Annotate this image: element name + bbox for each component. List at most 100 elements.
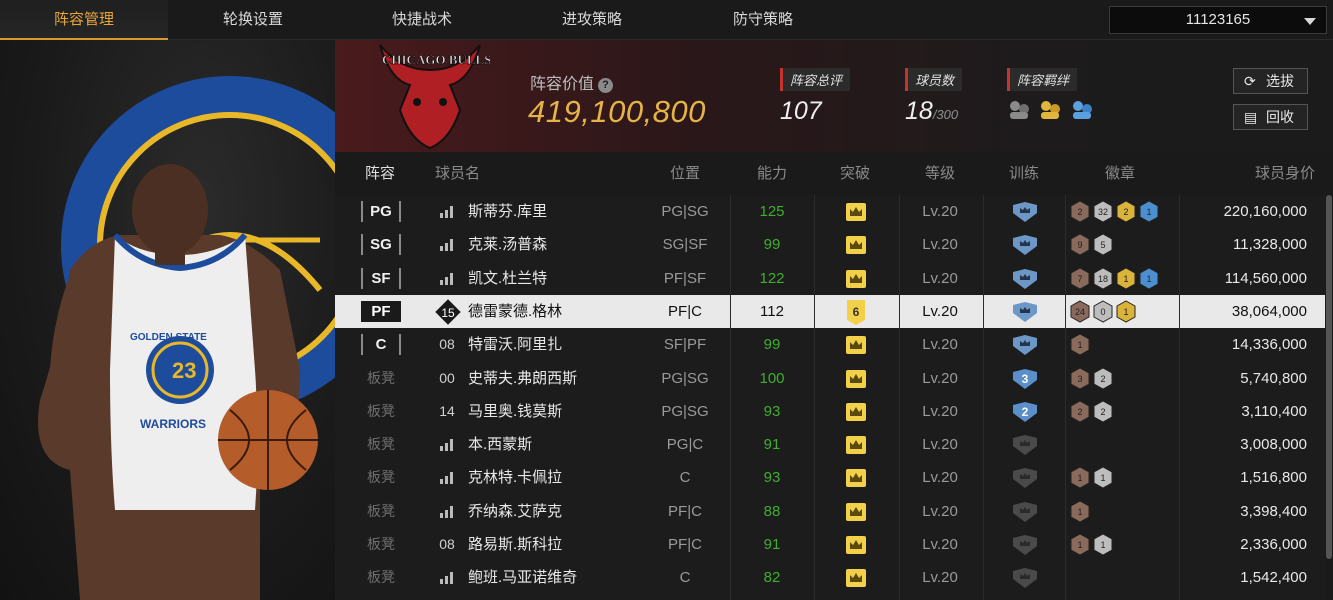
grid-line [730, 195, 731, 600]
player-name[interactable]: 乔纳森.艾萨克 [468, 495, 562, 528]
scrollbar-thumb[interactable] [1326, 195, 1332, 559]
tab-quick-tactics[interactable]: 快捷战术 [338, 0, 506, 40]
position-slot[interactable]: C [361, 334, 401, 356]
position-slot[interactable]: SG [361, 234, 401, 256]
badge-icon[interactable]: 2 [1070, 200, 1090, 223]
table-row[interactable]: SG 克莱.汤普森 SG|SF 99 Lv.20 9 5 11,328,000 [335, 228, 1325, 261]
badge-icon[interactable]: 1 [1070, 533, 1090, 556]
badge-icon[interactable]: 2 [1116, 200, 1136, 223]
tab-lineup[interactable]: 阵容管理 [0, 0, 168, 40]
bench-slot[interactable]: 板凳 [361, 495, 401, 528]
col-name[interactable]: 球员名 [435, 152, 495, 195]
training-shield-icon[interactable] [1012, 435, 1038, 456]
player-rating: 91 [763, 536, 781, 553]
col-position[interactable]: 位置 [645, 152, 725, 195]
badge-icon[interactable]: 18 [1093, 267, 1113, 290]
player-name[interactable]: 德雷蒙德.格林 [468, 295, 562, 328]
bond-icon-gray[interactable] [1007, 99, 1031, 121]
help-icon[interactable]: ? [598, 78, 614, 93]
account-select[interactable]: 11123165 [1109, 6, 1327, 34]
training-shield-icon[interactable] [1012, 268, 1038, 289]
badge-icon[interactable]: 1 [1139, 200, 1159, 223]
col-training[interactable]: 训练 [984, 152, 1064, 195]
bench-slot[interactable]: 板凳 [361, 461, 401, 494]
bond-icon-gold[interactable] [1038, 99, 1062, 121]
player-name[interactable]: 路易斯.斯科拉 [468, 528, 562, 561]
badge-icon[interactable]: 32 [1093, 200, 1113, 223]
bench-slot[interactable]: 板凳 [361, 528, 401, 561]
table-row[interactable]: 板凳 本.西蒙斯 PG|C 91 Lv.20 3,008,000 [335, 428, 1325, 461]
recycle-button[interactable]: ▤ 回收 [1233, 104, 1308, 130]
col-lineup[interactable]: 阵容 [345, 152, 415, 195]
training-shield-icon[interactable] [1012, 235, 1038, 256]
col-level[interactable]: 等级 [900, 152, 980, 195]
table-row[interactable]: 板凳 08 路易斯.斯科拉 PF|C 91 Lv.20 1 1 2,336,000 [335, 528, 1325, 561]
table-row[interactable]: 板凳 14 马里奥.钱莫斯 PG|SG 93 Lv.20 2 2 2 3,110,400 [335, 395, 1325, 428]
badge-icon[interactable]: 1 [1093, 533, 1113, 556]
player-name[interactable]: 斯蒂芬.库里 [468, 195, 547, 228]
table-row[interactable]: SF 凯文.杜兰特 PF|SF 122 Lv.20 7 18 1 1 114,560,000 [335, 262, 1325, 295]
bench-slot[interactable]: 板凳 [361, 395, 401, 428]
table-row[interactable]: 板凳 乔纳森.艾萨克 PF|C 88 Lv.20 1 3,398,400 [335, 495, 1325, 528]
tab-rotation[interactable]: 轮换设置 [169, 0, 337, 40]
table-row[interactable]: 板凳 鲍班.马亚诺维奇 C 82 Lv.20 1,542,400 [335, 561, 1325, 594]
player-rating: 125 [759, 203, 785, 220]
training-shield-icon[interactable] [1012, 501, 1038, 522]
scrollbar[interactable] [1325, 195, 1333, 600]
player-name[interactable]: 克林特.卡佩拉 [468, 461, 562, 494]
position-slot[interactable]: SF [361, 267, 401, 289]
training-shield-icon[interactable]: 2 [1012, 401, 1038, 422]
badge-icon[interactable]: 1 [1070, 333, 1090, 356]
player-name[interactable]: 本.西蒙斯 [468, 428, 532, 461]
player-name[interactable]: 鲍班.马亚诺维奇 [468, 561, 577, 594]
bench-slot[interactable]: 板凳 [361, 428, 401, 461]
player-name[interactable]: 克莱.汤普森 [468, 228, 547, 261]
badge-count: 7 [1077, 274, 1082, 284]
col-rating[interactable]: 能力 [732, 152, 812, 195]
badge-icon[interactable]: 2 [1093, 400, 1113, 423]
player-name[interactable]: 史蒂夫.弗朗西斯 [468, 362, 577, 395]
tab-offense[interactable]: 进攻策略 [508, 0, 676, 40]
player-name[interactable]: 凯文.杜兰特 [468, 262, 547, 295]
table-row[interactable]: 板凳 克林特.卡佩拉 C 93 Lv.20 1 1 1,516,800 [335, 461, 1325, 494]
badge-icon[interactable]: 5 [1093, 233, 1113, 256]
player-name[interactable]: 特雷沃.阿里扎 [468, 328, 562, 361]
position-slot[interactable]: PG [361, 201, 401, 222]
position-slot[interactable]: PF [361, 300, 401, 322]
badge-icon[interactable]: 9 [1070, 233, 1090, 256]
col-breakthrough[interactable]: 突破 [815, 152, 895, 195]
table-row[interactable]: PG 斯蒂芬.库里 PG|SG 125 Lv.20 2 32 2 1 220,160,000 [335, 195, 1325, 228]
badge-icon[interactable]: 1 [1093, 466, 1113, 489]
tab-defense[interactable]: 防守策略 [679, 0, 847, 40]
table-row[interactable]: 板凳 00 史蒂夫.弗朗西斯 PG|SG 100 Lv.20 3 3 2 5,740,800 [335, 362, 1325, 395]
col-badges[interactable]: 徽章 [1080, 152, 1160, 195]
table-row[interactable]: C 08 特雷沃.阿里扎 SF|PF 99 Lv.20 1 14,336,000 [335, 328, 1325, 361]
training-shield-icon[interactable] [1012, 568, 1038, 589]
badge-icon[interactable]: 2 [1093, 366, 1113, 390]
training-shield-icon[interactable] [1012, 335, 1038, 356]
bench-slot[interactable]: 板凳 [361, 561, 401, 594]
badge-icon[interactable]: 1 [1116, 267, 1136, 290]
badge-icon[interactable]: 24 [1070, 300, 1090, 323]
badge-icon[interactable]: 3 [1070, 366, 1090, 390]
badge-icon[interactable]: 7 [1070, 267, 1090, 290]
badge-icon[interactable]: 1 [1070, 466, 1090, 489]
bench-slot[interactable]: 板凳 [361, 362, 401, 395]
bond-icon-blue[interactable] [1070, 99, 1094, 121]
badge-icon[interactable]: 1 [1070, 500, 1090, 523]
training-shield-icon[interactable] [1012, 535, 1038, 555]
badge-icon[interactable]: 1 [1139, 267, 1159, 290]
player-name[interactable]: 马里奥.钱莫斯 [468, 395, 562, 428]
col-value[interactable]: 球员身价 [1215, 152, 1315, 195]
badge-icon[interactable]: 1 [1116, 300, 1136, 323]
draft-button[interactable]: ⟳ 选拔 [1233, 68, 1308, 94]
table-row[interactable]: PF 15 德雷蒙德.格林 PF|C 112 6 Lv.20 24 0 1 38,064,000 [335, 294, 1325, 328]
badge-icon[interactable]: 2 [1070, 400, 1090, 423]
training-shield-icon[interactable] [1012, 301, 1038, 322]
badge-icon[interactable]: 0 [1093, 300, 1113, 323]
chevron-down-icon [1304, 18, 1316, 25]
badge-count: 2 [1100, 374, 1105, 384]
training-shield-icon[interactable] [1012, 468, 1038, 489]
training-shield-icon[interactable] [1012, 202, 1038, 222]
training-shield-icon[interactable]: 3 [1012, 368, 1038, 389]
